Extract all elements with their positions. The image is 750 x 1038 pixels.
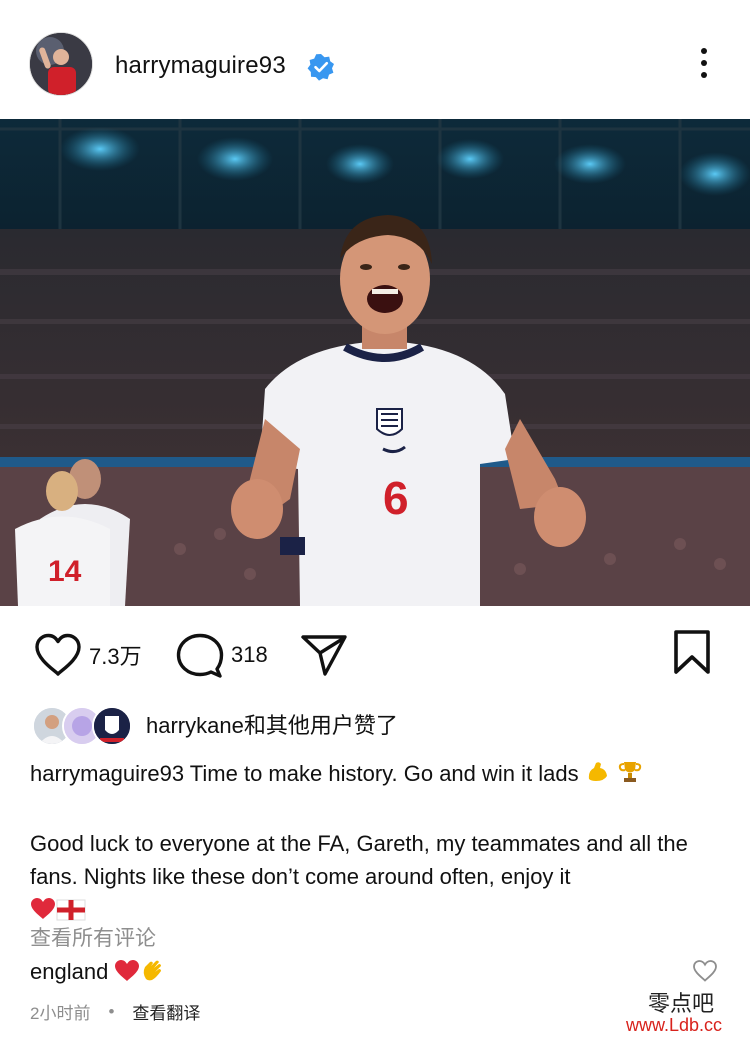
save-button[interactable] [672,629,712,675]
see-translation-link[interactable]: 查看翻译 [132,999,200,1024]
clapping-hands-icon [140,957,166,989]
teammate-number: 14 [48,555,82,588]
comment-button[interactable]: 318 [175,632,268,678]
comment-like-icon[interactable] [692,959,718,983]
share-button[interactable] [300,632,348,678]
like-button[interactable]: 7.3万 [33,632,142,678]
profile-avatar[interactable] [29,32,93,96]
caption-username[interactable]: harrymaguire93 [30,761,184,786]
post-photo[interactable]: 14 6 [0,119,750,606]
time-ago: 2小时前 [30,1004,91,1023]
speech-bubble-icon [176,633,224,678]
bookmark-icon [674,630,710,674]
likes-count: 7.3万 [89,644,142,669]
liker-avatar [92,706,132,746]
caption-text-para2: Good luck to everyone at the FA, Gareth,… [30,831,688,889]
trophy-icon [617,759,643,794]
watermark-url: www.Ldb.cc [626,1015,723,1035]
action-bar: 7.3万 318 [0,606,750,700]
post-username[interactable]: harrymaguire93 [115,52,286,80]
flexed-biceps-icon [585,759,611,794]
separator-dot: • [108,1001,115,1021]
red-heart-icon [114,959,140,989]
caption-text-line1: Time to make history. Go and win it lads [184,761,585,786]
jersey-number: 6 [383,472,409,524]
view-all-comments-link[interactable]: 查看所有评论 [30,922,156,952]
comment-row: england [30,957,720,989]
post-meta: 2小时前 • 查看翻译 [30,999,200,1024]
watermark-title: 零点吧 [648,992,715,1017]
paper-plane-icon [301,635,347,676]
post-header: harrymaguire93 [0,0,750,120]
liked-by-row[interactable]: harrykane和其他用户赞了 [30,702,398,746]
liked-by-avatars [30,704,134,746]
verified-badge-icon [307,54,334,81]
more-vertical-icon[interactable] [692,44,716,84]
liked-by-text: harrykane和其他用户赞了 [146,713,398,738]
comments-count: 318 [231,642,268,667]
comment-username[interactable]: england [30,959,108,984]
heart-outline-icon [35,633,81,676]
post-caption: harrymaguire93 Time to make history. Go … [30,757,720,930]
